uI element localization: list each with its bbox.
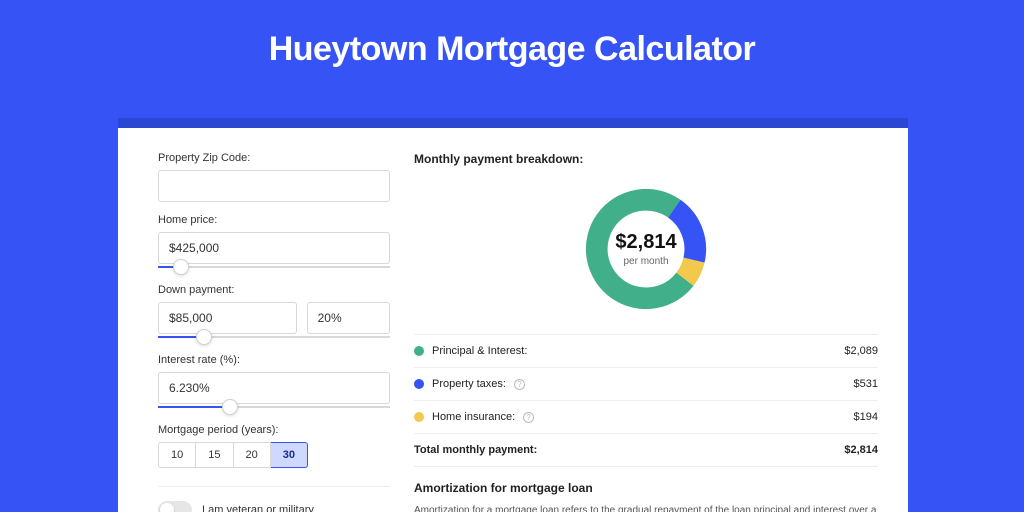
period-field: Mortgage period (years): 10152030 xyxy=(158,424,390,468)
donut-sub: per month xyxy=(623,256,668,267)
slider-track xyxy=(158,266,390,268)
breakdown-label: Principal & Interest: xyxy=(432,345,527,357)
rate-label: Interest rate (%): xyxy=(158,354,390,366)
down-field: Down payment: xyxy=(158,284,390,342)
zip-label: Property Zip Code: xyxy=(158,152,390,164)
amort-text: Amortization for a mortgage loan refers … xyxy=(414,503,878,512)
breakdown-label: Property taxes: xyxy=(432,378,506,390)
info-icon[interactable]: ? xyxy=(514,379,525,390)
down-amount-input[interactable] xyxy=(158,302,297,334)
amort-title: Amortization for mortgage loan xyxy=(414,481,878,495)
breakdown-row: Principal & Interest: $2,089 xyxy=(414,335,878,368)
legend-dot xyxy=(414,412,424,422)
period-option-30[interactable]: 30 xyxy=(271,442,308,468)
breakdown-label: Home insurance: xyxy=(432,411,515,423)
calculator-panel: Property Zip Code: Home price: Down paym… xyxy=(118,118,908,512)
results-column: Monthly payment breakdown: $2,814 per mo… xyxy=(410,152,908,512)
period-group: 10152030 xyxy=(158,442,390,468)
form-column: Property Zip Code: Home price: Down paym… xyxy=(118,152,410,512)
info-icon[interactable]: ? xyxy=(523,412,534,423)
period-label: Mortgage period (years): xyxy=(158,424,390,436)
price-field: Home price: xyxy=(158,214,390,272)
price-input[interactable] xyxy=(158,232,390,264)
breakdown-value: $194 xyxy=(854,411,878,423)
breakdown-value: $531 xyxy=(854,378,878,390)
slider-thumb[interactable] xyxy=(196,329,212,345)
legend-dot xyxy=(414,346,424,356)
slider-thumb[interactable] xyxy=(222,399,238,415)
zip-input[interactable] xyxy=(158,170,390,202)
breakdown-row: Property taxes:? $531 xyxy=(414,368,878,401)
breakdown-value: $2,089 xyxy=(844,345,878,357)
veteran-row: I am veteran or military xyxy=(158,486,390,512)
breakdown-title: Monthly payment breakdown: xyxy=(414,152,878,166)
donut-center: $2,814 per month xyxy=(581,184,711,314)
breakdown-row: Home insurance:? $194 xyxy=(414,401,878,434)
breakdown-list: Principal & Interest: $2,089 Property taxe… xyxy=(414,334,878,467)
total-value: $2,814 xyxy=(844,444,878,456)
veteran-label: I am veteran or military xyxy=(202,504,314,512)
rate-slider[interactable] xyxy=(158,402,390,412)
legend-dot xyxy=(414,379,424,389)
period-option-10[interactable]: 10 xyxy=(158,442,196,468)
slider-fill xyxy=(158,406,230,408)
zip-field: Property Zip Code: xyxy=(158,152,390,202)
breakdown-total-row: Total monthly payment: $2,814 xyxy=(414,434,878,467)
donut-total: $2,814 xyxy=(615,231,676,254)
page-title: Hueytown Mortgage Calculator xyxy=(0,0,1024,69)
slider-thumb[interactable] xyxy=(173,259,189,275)
rate-input[interactable] xyxy=(158,372,390,404)
price-slider[interactable] xyxy=(158,262,390,272)
price-label: Home price: xyxy=(158,214,390,226)
period-option-15[interactable]: 15 xyxy=(196,442,233,468)
down-slider[interactable] xyxy=(158,332,390,342)
down-percent-input[interactable] xyxy=(307,302,390,334)
toggle-knob xyxy=(160,503,174,512)
period-option-20[interactable]: 20 xyxy=(234,442,271,468)
donut-chart-wrap: $2,814 per month xyxy=(414,174,878,324)
donut-chart: $2,814 per month xyxy=(581,184,711,314)
total-label: Total monthly payment: xyxy=(414,444,537,456)
veteran-toggle[interactable] xyxy=(158,501,192,512)
down-label: Down payment: xyxy=(158,284,390,296)
rate-field: Interest rate (%): xyxy=(158,354,390,412)
